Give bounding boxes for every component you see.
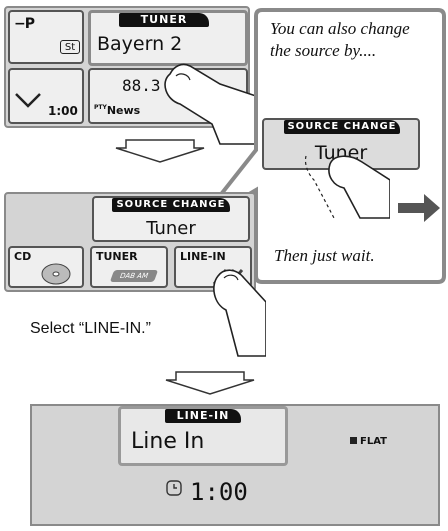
finger-press-icon — [304, 155, 390, 219]
line-in-source-panel[interactable]: LINE-IN Line In — [118, 406, 288, 466]
source-change-badge-2: SOURCE CHANGE — [112, 198, 230, 212]
line-in-badge: LINE-IN — [165, 409, 241, 423]
clock-icon — [166, 480, 182, 496]
down-arrow-icon-2 — [165, 371, 255, 395]
line-in-source-name: Line In — [131, 429, 205, 454]
cd-disc-icon — [41, 263, 71, 285]
source-change-badge: SOURCE CHANGE — [284, 120, 400, 134]
callout-footer-text: Then just wait. — [274, 246, 375, 265]
tuner-source-button[interactable]: TUNER DAB AM — [90, 246, 168, 288]
line-in-display-screen: LINE-IN Line In FLAT 1:00 — [30, 404, 440, 526]
callout-intro-text: You can also change the source by.... — [270, 19, 410, 60]
tuner-button-label: TUNER — [96, 250, 138, 263]
source-change-button[interactable]: SOURCE CHANGE Tuner — [92, 196, 250, 242]
cd-source-button[interactable]: CD — [8, 246, 84, 288]
down-arrow-icon — [115, 139, 205, 163]
instruction-text: Select “LINE-IN.” — [30, 320, 151, 337]
source-value: Tuner — [146, 218, 196, 239]
eq-icon — [350, 437, 357, 444]
finger-select-icon — [213, 269, 266, 357]
cd-button-label: CD — [14, 250, 32, 263]
right-arrow-icon — [398, 194, 440, 222]
eq-indicator: FLAT — [350, 436, 387, 447]
tuner-button-sublabel: DAB AM — [109, 270, 159, 282]
clock-time: 1:00 — [190, 478, 248, 506]
